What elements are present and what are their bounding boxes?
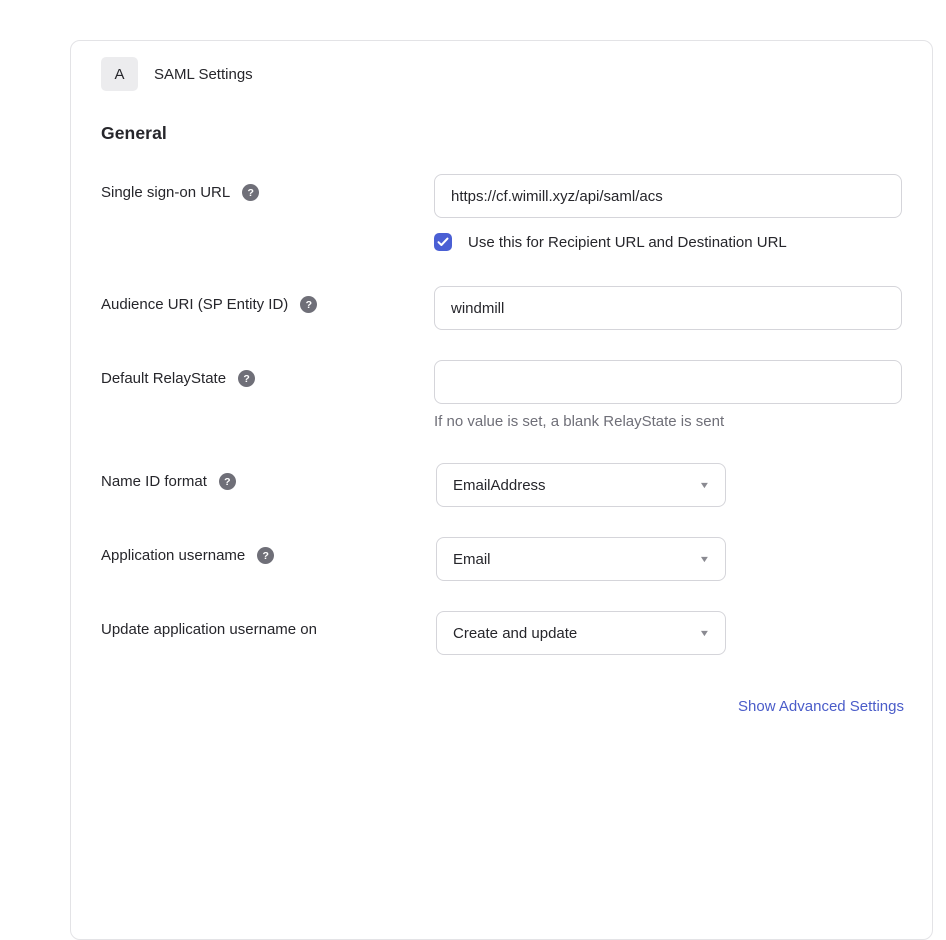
help-icon[interactable]: ?: [257, 547, 274, 564]
application-username-select[interactable]: Email ▼: [436, 537, 726, 581]
step-badge: A: [101, 57, 138, 91]
row-update-application-username-on: Update application username on Create an…: [101, 611, 902, 655]
chevron-down-icon: ▼: [699, 628, 711, 638]
help-icon[interactable]: ?: [219, 473, 236, 490]
section-title-general: General: [101, 123, 902, 144]
chevron-down-icon: ▼: [699, 480, 711, 490]
default-relaystate-label: Default RelayState: [101, 370, 226, 387]
row-application-username: Application username ? Email ▼: [101, 537, 902, 581]
control-col: EmailAddress ▼: [436, 463, 726, 507]
update-application-username-on-label: Update application username on: [101, 621, 317, 638]
control-col: Create and update ▼: [436, 611, 726, 655]
control-col: Use this for Recipient URL and Destinati…: [434, 174, 902, 251]
control-col: If no value is set, a blank RelayState i…: [434, 360, 902, 430]
help-icon[interactable]: ?: [300, 296, 317, 313]
label-col: Single sign-on URL ?: [101, 174, 434, 201]
row-single-sign-on-url: Single sign-on URL ? Use this for Recipi…: [101, 174, 902, 251]
recipient-destination-checkbox-row: Use this for Recipient URL and Destinati…: [434, 233, 902, 251]
recipient-destination-checkbox-label[interactable]: Use this for Recipient URL and Destinati…: [468, 234, 787, 251]
show-advanced-settings-link[interactable]: Show Advanced Settings: [738, 698, 904, 715]
application-username-selected-value: Email: [453, 551, 491, 568]
audience-uri-label: Audience URI (SP Entity ID): [101, 296, 288, 313]
help-icon[interactable]: ?: [238, 370, 255, 387]
label-col: Name ID format ?: [101, 463, 436, 490]
control-col: [434, 286, 902, 330]
card-title: SAML Settings: [154, 66, 253, 83]
help-icon[interactable]: ?: [242, 184, 259, 201]
label-col: Application username ?: [101, 537, 436, 564]
saml-settings-form: Single sign-on URL ? Use this for Recipi…: [101, 174, 902, 716]
row-default-relaystate: Default RelayState ? If no value is set,…: [101, 360, 902, 430]
application-username-label: Application username: [101, 547, 245, 564]
row-audience-uri: Audience URI (SP Entity ID) ?: [101, 286, 902, 330]
footer-row: Show Advanced Settings: [101, 698, 904, 716]
row-name-id-format: Name ID format ? EmailAddress ▼: [101, 463, 902, 507]
relaystate-helper-text: If no value is set, a blank RelayState i…: [434, 413, 902, 430]
chevron-down-icon: ▼: [699, 554, 711, 564]
checkbox-checked[interactable]: [434, 233, 452, 251]
control-col: Email ▼: [436, 537, 726, 581]
single-sign-on-url-label: Single sign-on URL: [101, 184, 230, 201]
name-id-format-selected-value: EmailAddress: [453, 477, 546, 494]
label-col: Audience URI (SP Entity ID) ?: [101, 286, 434, 313]
label-col: Default RelayState ?: [101, 360, 434, 387]
saml-settings-card: A SAML Settings General Single sign-on U…: [70, 40, 933, 940]
update-application-username-on-select[interactable]: Create and update ▼: [436, 611, 726, 655]
card-header: A SAML Settings: [101, 57, 902, 91]
default-relaystate-input[interactable]: [434, 360, 902, 404]
update-application-username-on-selected-value: Create and update: [453, 625, 577, 642]
name-id-format-label: Name ID format: [101, 473, 207, 490]
name-id-format-select[interactable]: EmailAddress ▼: [436, 463, 726, 507]
checkmark-icon: [437, 237, 449, 247]
single-sign-on-url-input[interactable]: [434, 174, 902, 218]
audience-uri-input[interactable]: [434, 286, 902, 330]
label-col: Update application username on: [101, 611, 436, 638]
